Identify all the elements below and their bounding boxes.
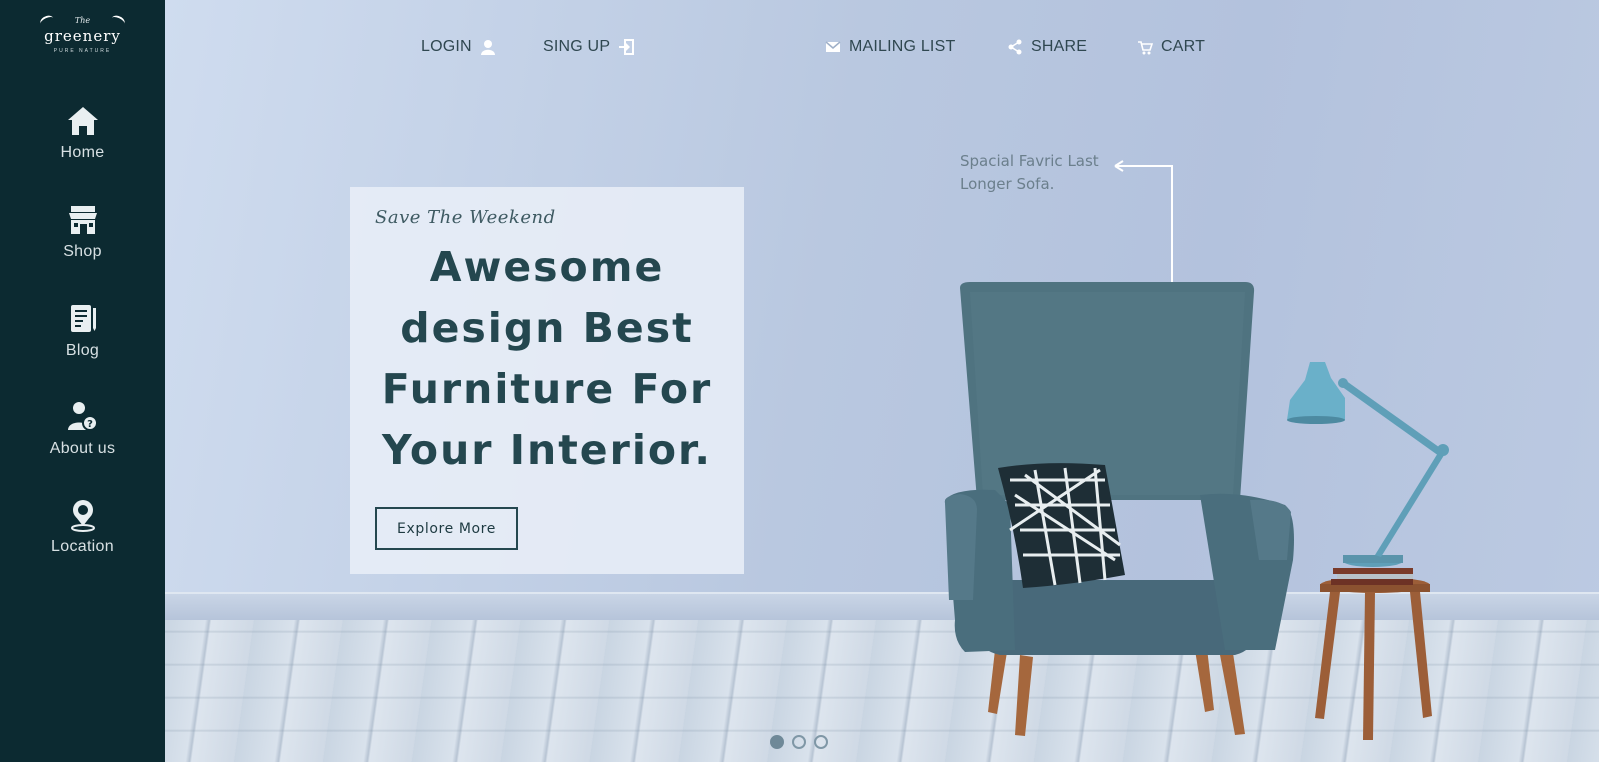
- carousel-dot-1[interactable]: [770, 735, 784, 749]
- sidebar-item-label: About us: [49, 440, 116, 457]
- svg-text:?: ?: [87, 419, 93, 430]
- side-table: [1315, 568, 1432, 740]
- sidebar: The greenery PURE NATURE Home Shop Blog …: [0, 0, 165, 762]
- desk-lamp: [1287, 362, 1449, 567]
- brand-tagline: PURE NATURE: [53, 48, 112, 54]
- pillow: [998, 463, 1125, 588]
- sidebar-item-location[interactable]: Location: [0, 498, 165, 556]
- furniture-illustration: [944, 160, 1449, 740]
- carousel-dot-3[interactable]: [814, 735, 828, 749]
- shop-icon: [68, 206, 97, 234]
- location-icon: [70, 500, 95, 532]
- brand-name: greenery: [44, 27, 121, 45]
- sidebar-item-label: Shop: [63, 243, 102, 260]
- sidebar-item-label: Blog: [65, 342, 100, 359]
- hero-banner: LOGIN SING UP MAILING LIST SHARE CART Sa…: [165, 0, 1599, 762]
- sidebar-item-label: Location: [51, 538, 114, 555]
- sidebar-item-about[interactable]: ? About us: [0, 400, 165, 458]
- sidebar-item-home[interactable]: Home: [0, 104, 165, 162]
- sidebar-item-label: Home: [60, 144, 105, 161]
- brand-logo[interactable]: The greenery PURE NATURE: [30, 12, 135, 62]
- home-icon: [67, 107, 98, 135]
- sidebar-item-shop[interactable]: Shop: [0, 203, 165, 261]
- sidebar-item-blog[interactable]: Blog: [0, 302, 165, 360]
- about-icon: ?: [67, 402, 98, 431]
- chair: [944, 282, 1294, 736]
- carousel-indicators: [770, 735, 828, 749]
- blog-icon: [70, 305, 96, 332]
- carousel-dot-2[interactable]: [792, 735, 806, 749]
